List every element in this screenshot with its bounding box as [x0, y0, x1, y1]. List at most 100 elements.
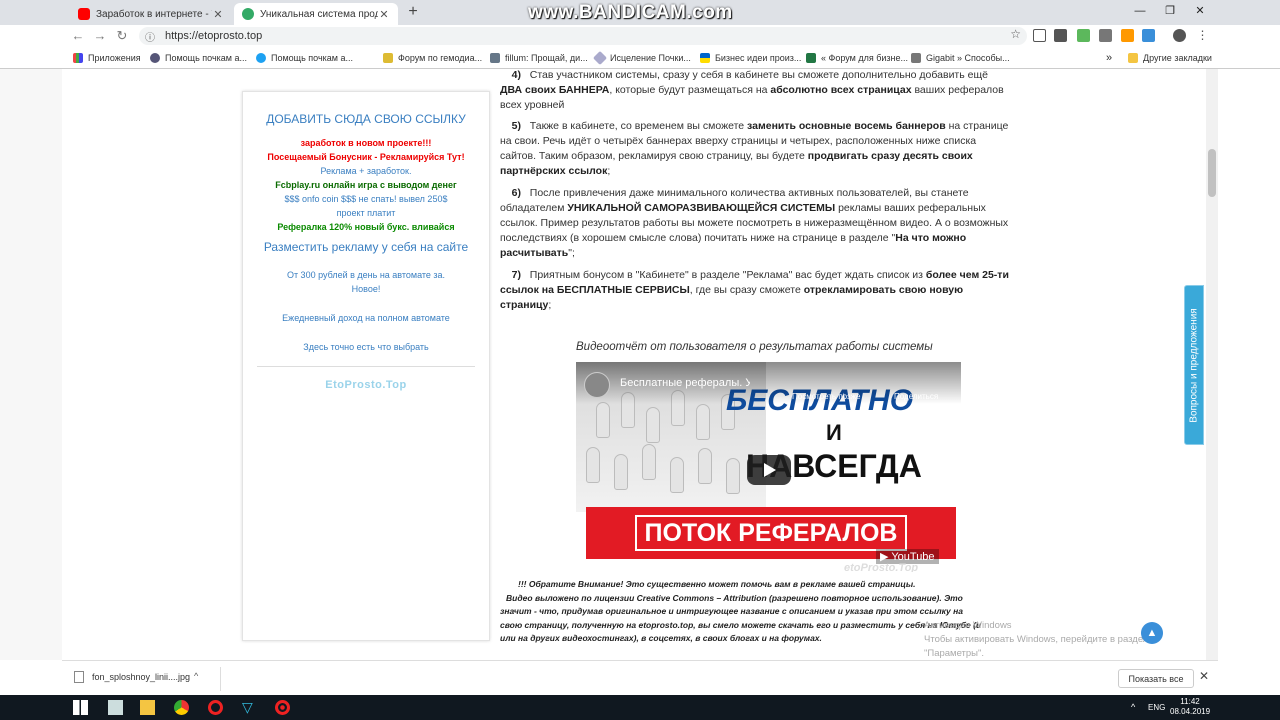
watch-later-button[interactable]: Посмотреть позже [792, 392, 860, 401]
video-text-line2: И [826, 420, 842, 445]
close-icon[interactable]: ✕ [1199, 669, 1209, 683]
list-item-6: 6) После привлечения даже минимального к… [500, 187, 1009, 259]
close-icon[interactable]: ✕ [378, 8, 390, 21]
page-scrollbar[interactable] [1206, 69, 1218, 660]
bookmark-item[interactable]: Помощь почкам а... [150, 51, 247, 65]
other-bookmarks[interactable]: Другие закладки [1128, 51, 1212, 65]
extension-icon[interactable] [1099, 29, 1112, 42]
sidebar-link[interactable]: Реклама + заработок. [243, 164, 489, 178]
app-icon[interactable]: ▽ [242, 700, 257, 715]
sidebar-link[interactable]: Рефералка 120% новый букс. вливайся [243, 220, 489, 234]
video-banner-text: ПОТОК РЕФЕРАЛОВ [634, 515, 908, 551]
channel-avatar[interactable] [584, 372, 610, 398]
downloads-bar: fon_sploshnoy_linii....jpg ^ Показать вс… [62, 660, 1218, 695]
chrome-icon[interactable] [174, 700, 189, 715]
site-logo[interactable]: EtoProsto.Top [243, 379, 489, 391]
close-icon[interactable]: ✕ [212, 8, 224, 21]
bookmark-item[interactable]: Исцеление Почки... [592, 50, 691, 66]
windows-activation-notice: Активация Windows Чтобы активировать Win… [924, 620, 1149, 659]
list-item-4: 4) Став участником системы, сразу у себя… [500, 69, 1004, 111]
video-title[interactable]: Бесплатные рефералы. Ун... [620, 377, 750, 389]
language-indicator[interactable]: ENG [1148, 703, 1165, 712]
bookmark-item[interactable]: Форум по гемодиа... [383, 51, 482, 65]
twitter-icon [256, 53, 266, 63]
chevron-up-icon[interactable]: ^ [194, 671, 198, 681]
sidebar-promo-link[interactable]: Здесь точно есть что выбрать [243, 340, 489, 354]
opera-icon[interactable] [208, 700, 223, 715]
extension-icon[interactable] [1077, 29, 1090, 42]
gigabit-icon [911, 53, 921, 63]
bookmark-apps[interactable]: Приложения [73, 51, 141, 65]
sidebar-place-ad-link[interactable]: Разместить рекламу у себя на сайте [243, 240, 489, 254]
info-icon[interactable]: ⓘ [145, 29, 159, 44]
new-tab-button[interactable]: + [404, 3, 422, 21]
clock[interactable]: 11:42 08.04.2019 [1170, 697, 1210, 717]
show-all-downloads-button[interactable]: Показать все [1118, 669, 1194, 688]
diamond-icon [592, 50, 608, 66]
scroll-to-top-button[interactable]: ▲ [1141, 622, 1163, 644]
reload-button[interactable]: ↻ [113, 27, 131, 45]
forum-icon [806, 53, 816, 63]
page: ДОБАВИТЬ СЮДА СВОЮ ССЫЛКУ заработок в но… [62, 69, 1217, 660]
scrollbar-thumb[interactable] [1208, 149, 1216, 197]
address-bar[interactable]: ⓘ ☆ [139, 27, 1027, 45]
bookmark-item[interactable]: fillum: Прощай, ди... [490, 51, 588, 65]
tray-chevron-icon[interactable]: ^ [1131, 700, 1146, 715]
ad-sidebar: ДОБАВИТЬ СЮДА СВОЮ ССЫЛКУ заработок в но… [242, 91, 490, 641]
video-caption: Видеоотчёт от пользователя о результатах… [576, 341, 933, 353]
youtube-video-player[interactable]: БЕСПЛАТНО И НАВСЕГДА ПОТОК РЕФЕРАЛОВ Бес… [576, 362, 961, 572]
download-item[interactable]: fon_sploshnoy_linii....jpg [74, 671, 190, 683]
sidebar-title[interactable]: ДОБАВИТЬ СЮДА СВОЮ ССЫЛКУ [243, 112, 489, 126]
list-item-7: 7) Приятным бонусом в "Кабинете" в разде… [500, 269, 1009, 311]
globe-icon [150, 53, 160, 63]
profile-avatar[interactable] [1173, 29, 1186, 42]
play-icon[interactable] [747, 455, 791, 485]
sidebar-promo-link[interactable]: Ежедневный доход на полном автомате [243, 311, 489, 325]
tab-title: Уникальная система продвижения [260, 8, 378, 20]
bookmarks-bar: Приложения Помощь почкам а... Помощь поч… [0, 47, 1280, 69]
extension-icon[interactable] [1054, 29, 1067, 42]
tab-title: Заработок в интернете - YouTube [96, 8, 212, 20]
window-close-button[interactable]: ✕ [1190, 2, 1210, 20]
url-input[interactable] [165, 30, 565, 42]
user-icon [490, 53, 500, 63]
extension-icon[interactable] [1121, 29, 1134, 42]
extension-icon[interactable] [1033, 29, 1046, 42]
bandicam-icon[interactable] [275, 700, 290, 715]
sidebar-promo-link[interactable]: Новое! [243, 282, 489, 296]
bookmark-item[interactable]: Gigabit » Способы... [911, 51, 1010, 65]
sidebar-link[interactable]: Посещаемый Бонусник - Рекламируйся Тут! [243, 150, 489, 164]
sidebar-link[interactable]: $$$ onfo coin $$$ не спать! вывел 250$ [243, 192, 489, 206]
bookmark-item[interactable]: Помощь почкам а... [256, 51, 353, 65]
maximize-button[interactable]: ❐ [1160, 2, 1180, 20]
folder-icon [1128, 53, 1138, 63]
extension-icon[interactable] [1142, 29, 1155, 42]
bandicam-watermark: www.BANDICAM.com [528, 2, 733, 23]
menu-icon[interactable]: ⋮ [1196, 29, 1209, 42]
divider [257, 366, 475, 367]
tab-etoprosto[interactable]: Уникальная система продвижения ✕ [234, 3, 398, 25]
page-viewport: ДОБАВИТЬ СЮДА СВОЮ ССЫЛКУ заработок в но… [0, 69, 1218, 660]
divider [220, 667, 221, 691]
sidebar-link[interactable]: заработок в новом проекте!!! [243, 136, 489, 150]
feedback-tab[interactable]: Вопросы и предложения [1184, 285, 1204, 445]
apps-grid-icon [73, 53, 83, 63]
tab-youtube[interactable]: Заработок в интернете - YouTube ✕ [70, 3, 232, 25]
sidebar-promo-link[interactable]: От 300 рублей в день на автомате за. [243, 268, 489, 282]
forward-button[interactable]: → [91, 27, 109, 45]
bookmarks-overflow[interactable]: » [1106, 51, 1112, 65]
tab-strip: Заработок в интернете - YouTube ✕ Уникал… [0, 0, 1280, 25]
bookmark-item[interactable]: Бизнес идеи произ... [700, 51, 801, 65]
folder-icon[interactable] [140, 700, 155, 715]
sidebar-link[interactable]: проект платит [243, 206, 489, 220]
windows-start-icon[interactable] [73, 700, 88, 715]
file-icon[interactable] [108, 700, 123, 715]
bookmark-star-icon[interactable]: ☆ [1010, 27, 1021, 41]
back-button[interactable]: ← [69, 27, 87, 45]
windows-taskbar: ▽ ^ ENG 11:42 08.04.2019 [0, 695, 1280, 720]
bookmark-item[interactable]: « Форум для бизне... [806, 51, 908, 65]
sidebar-link[interactable]: Fcbplay.ru онлайн игра с выводом денег [243, 178, 489, 192]
minimize-button[interactable]: — [1130, 2, 1150, 20]
share-button[interactable]: Поделиться [894, 392, 938, 401]
youtube-icon [78, 8, 90, 20]
